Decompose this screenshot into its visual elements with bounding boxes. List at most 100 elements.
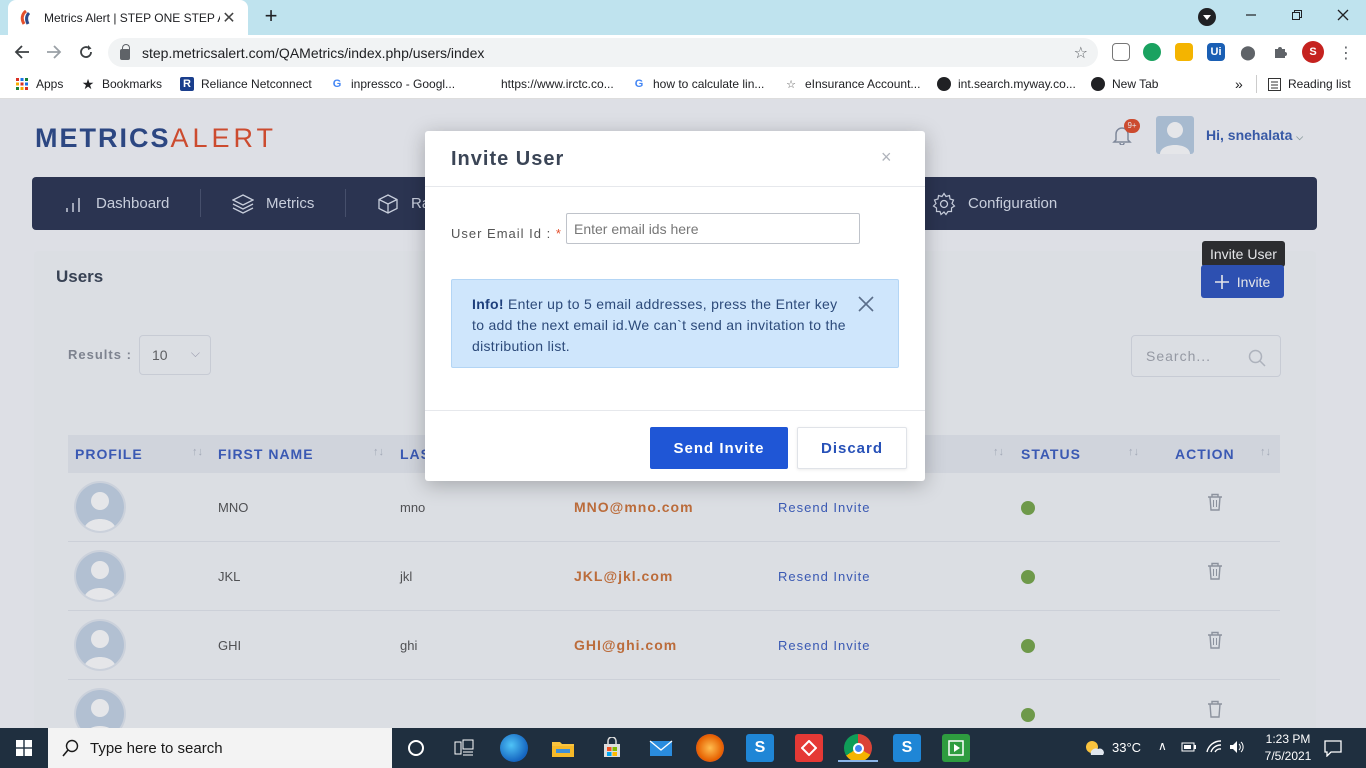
bookmark-apps[interactable]: Apps (15, 75, 63, 93)
bookmark-inpressco[interactable]: G inpressco - Googl... (330, 75, 455, 93)
browser-tab[interactable]: Metrics Alert | STEP ONE STEP AHEAD ✕ (8, 0, 248, 35)
globe-icon (937, 77, 951, 91)
restore-icon (1292, 10, 1302, 20)
notifications-icon[interactable] (1324, 739, 1342, 760)
location-pin-icon[interactable]: ⬤ (1239, 43, 1257, 61)
bookmark-label: Apps (36, 77, 64, 91)
reading-list-label: Reading list (1288, 77, 1351, 91)
url-text: step.metricsalert.com/QAMetrics/index.ph… (142, 44, 485, 61)
tab-search-icon[interactable] (1198, 8, 1216, 26)
modal-title: Invite User (451, 148, 565, 170)
lock-icon (120, 44, 130, 60)
email-input[interactable] (566, 213, 860, 244)
bookmark-star-icon[interactable]: ☆ (1074, 43, 1088, 63)
bookmark-einsurance[interactable]: ☆ eInsurance Account... (784, 75, 920, 93)
bookmark-irctc[interactable]: https://www.irctc.co... (480, 75, 614, 93)
bookmark-bookmarks[interactable]: ★ Bookmarks (81, 75, 162, 93)
back-button[interactable] (9, 39, 35, 65)
browser-menu-icon[interactable]: ⋮ (1338, 43, 1354, 63)
wifi-icon[interactable] (1206, 740, 1222, 757)
active-app-indicator (838, 760, 878, 762)
address-bar[interactable]: step.metricsalert.com/QAMetrics/index.ph… (108, 38, 1098, 67)
reader-extension-icon[interactable] (1112, 43, 1130, 61)
discard-button[interactable]: Discard (797, 427, 907, 469)
invite-user-modal: Invite User × User Email Id : * Info! En… (425, 131, 925, 481)
firefox-icon[interactable] (696, 734, 724, 762)
chrome-icon[interactable] (838, 734, 878, 762)
browser-toolbar: step.metricsalert.com/QAMetrics/index.ph… (0, 35, 1366, 69)
send-invite-button[interactable]: Send Invite (650, 427, 788, 469)
shield-extension-icon[interactable] (1175, 43, 1193, 61)
apps-grid-icon (15, 77, 29, 91)
tray-overflow-chevron-icon[interactable]: ∧ (1158, 739, 1167, 753)
bookmark-label: New Tab (1112, 77, 1159, 91)
app-s2-icon[interactable]: S (893, 734, 921, 762)
reading-list-icon (1267, 77, 1281, 91)
clock-time: 1:23 PM (1265, 732, 1311, 746)
restore-button[interactable] (1274, 0, 1320, 30)
bookmark-label: Reliance Netconnect (201, 77, 312, 91)
profile-avatar[interactable]: S (1302, 41, 1324, 63)
search-icon (62, 739, 79, 757)
taskbar-search[interactable]: Type here to search (48, 728, 392, 768)
star-outline-icon: ☆ (786, 78, 796, 91)
anydesk-icon[interactable] (795, 734, 823, 762)
blank-page-icon (480, 77, 494, 91)
bookmark-label: inpressco - Googl... (351, 77, 456, 91)
forward-button[interactable] (41, 39, 67, 65)
mail-icon[interactable] (647, 734, 675, 762)
app-s-icon[interactable]: S (746, 734, 774, 762)
reload-button[interactable] (73, 39, 99, 65)
chat-extension-icon[interactable] (1143, 43, 1161, 61)
tab-close-icon[interactable]: ✕ (220, 8, 238, 28)
microsoft-store-icon[interactable] (598, 734, 626, 762)
bookmarks-more-button[interactable]: » (1235, 75, 1243, 93)
bookmark-reliance[interactable]: R Reliance Netconnect (180, 75, 312, 93)
modal-header: Invite User × (425, 131, 925, 187)
bookmark-label: Bookmarks (102, 77, 163, 91)
battery-icon[interactable] (1181, 740, 1197, 757)
edge-icon[interactable] (500, 734, 528, 762)
reliance-icon: R (180, 77, 194, 91)
info-heading: Info! (472, 296, 504, 312)
star-icon: ★ (81, 75, 95, 92)
media-player-icon[interactable] (942, 734, 970, 762)
bookmark-calculate[interactable]: G how to calculate lin... (632, 75, 765, 93)
email-label-text: User Email Id : (451, 226, 552, 241)
ui-extension-icon[interactable]: Ui (1207, 43, 1225, 61)
info-text: Enter up to 5 email addresses, press the… (472, 296, 846, 354)
temperature[interactable]: 33°C (1112, 740, 1141, 755)
metricsalert-favicon-icon (20, 9, 31, 25)
email-label: User Email Id : * (451, 226, 562, 241)
clock[interactable]: 1:23 PM 7/5/2021 (1262, 732, 1314, 763)
tab-title: Metrics Alert | STEP ONE STEP AHEAD (44, 10, 220, 25)
volume-icon[interactable] (1229, 740, 1245, 757)
start-button[interactable] (0, 728, 48, 768)
close-window-button[interactable] (1320, 0, 1366, 30)
globe-icon (1091, 77, 1105, 91)
weather-icon[interactable] (1080, 734, 1108, 762)
bookmarks-bar: Apps ★ Bookmarks R Reliance Netconnect G… (0, 69, 1366, 99)
bookmark-label: https://www.irctc.co... (501, 77, 614, 91)
extensions-puzzle-icon[interactable] (1271, 43, 1289, 61)
bookmark-myway[interactable]: int.search.myway.co... (937, 75, 1076, 93)
reload-icon (80, 45, 92, 58)
arrow-left-icon (14, 45, 29, 59)
modal-footer: Send Invite Discard (425, 410, 925, 481)
taskbar-search-placeholder: Type here to search (90, 739, 223, 757)
profile-initial: S (1302, 41, 1324, 63)
windows-taskbar: Type here to search S S 33°C ∧ 1:23 PM 7… (0, 728, 1366, 768)
new-tab-button[interactable]: + (258, 4, 284, 30)
cortana-icon[interactable] (402, 734, 430, 762)
minimize-button[interactable] (1228, 0, 1274, 30)
google-icon: G (634, 78, 644, 90)
minimize-icon (1246, 14, 1256, 16)
task-view-icon[interactable] (450, 734, 478, 762)
modal-close-icon[interactable]: × (881, 147, 892, 168)
bookmark-label: how to calculate lin... (653, 77, 765, 91)
file-explorer-icon[interactable] (549, 734, 577, 762)
arrow-right-icon (47, 45, 62, 59)
close-icon[interactable] (858, 296, 874, 312)
reading-list-button[interactable]: Reading list (1256, 75, 1351, 93)
bookmark-newtab[interactable]: New Tab (1091, 75, 1158, 93)
